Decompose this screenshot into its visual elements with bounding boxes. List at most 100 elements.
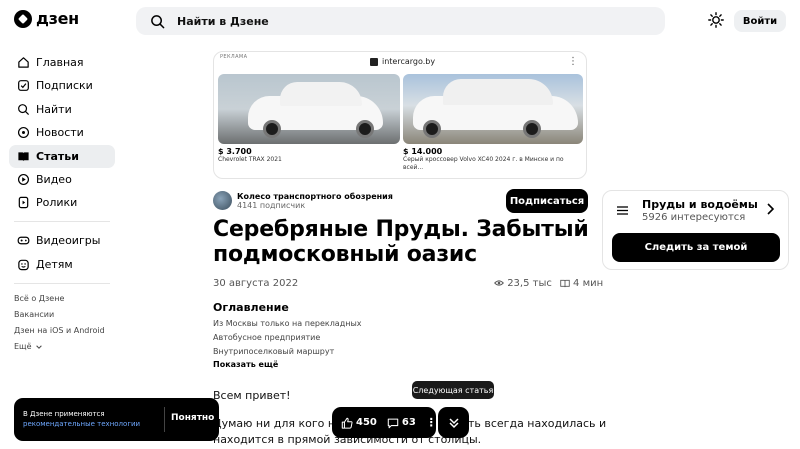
eye-icon	[494, 280, 504, 286]
next-article-button[interactable]	[438, 407, 469, 438]
car-wheel	[356, 120, 374, 138]
ad-source-icon	[370, 57, 378, 66]
ad-source[interactable]: intercargo.by	[370, 57, 435, 66]
sun-icon[interactable]	[708, 12, 724, 28]
sidebar-item-kids[interactable]: Детям	[9, 253, 115, 276]
car-wheel	[263, 120, 281, 138]
chevron-right-icon[interactable]	[766, 203, 775, 215]
sidebar-item-video[interactable]: Видео	[9, 168, 115, 191]
footer-link-more[interactable]: Ещё	[9, 339, 115, 355]
car-wheel	[423, 120, 441, 138]
news-icon	[17, 127, 30, 139]
footer-link-jobs[interactable]: Вакансии	[9, 307, 115, 323]
sidebar-item-videogames[interactable]: Видеоигры	[9, 229, 115, 252]
cookie-link[interactable]: рекомендательные технологии	[23, 420, 140, 428]
avatar[interactable]	[213, 191, 232, 210]
video-icon	[17, 173, 30, 185]
kids-icon	[18, 259, 29, 270]
cookie-notice: В Дзене применяются рекомендательные тех…	[14, 398, 219, 441]
subscribe-button[interactable]: Подписаться	[506, 189, 588, 213]
sidebar-item-label: Детям	[36, 257, 73, 271]
dzen-logo-icon	[14, 9, 32, 28]
article-paragraph: ть всегда находилась и	[468, 417, 607, 430]
chevron-down-icon	[35, 345, 42, 349]
ad-price: $ 3.700	[218, 147, 252, 156]
toc-item[interactable]: Из Москвы только на перекладных	[213, 319, 362, 328]
likes-count: 450	[356, 417, 377, 428]
views-count: 23,5 тыс	[507, 278, 552, 289]
sidebar-item-home[interactable]: Главная	[9, 51, 115, 74]
clips-icon	[18, 197, 29, 209]
topic-card[interactable]: Пруды и водоёмы 5926 интересуются Следит…	[602, 190, 789, 270]
thumbs-up-icon	[341, 417, 353, 429]
read-time-stat: 4 мин	[560, 278, 603, 289]
sidebar-item-label: Главная	[36, 56, 84, 69]
comment-icon	[387, 418, 399, 428]
article-stats: 23,5 тыс 4 мин	[494, 278, 603, 289]
car-roof	[443, 79, 553, 105]
sidebar-item-label: Ролики	[36, 196, 78, 210]
sidebar-divider	[14, 282, 110, 284]
gamepad-icon	[17, 236, 30, 245]
logo-text: дзен	[36, 9, 79, 28]
comments-button[interactable]: 63	[387, 417, 416, 429]
topic-name[interactable]: Пруды и водоёмы	[642, 198, 758, 211]
views-stat: 23,5 тыс	[494, 278, 552, 289]
sidebar-item-label: Подписки	[36, 79, 93, 93]
toc-show-more[interactable]: Показать ещё	[213, 360, 278, 369]
footer-more-label: Ещё	[14, 342, 32, 352]
articles-icon	[18, 151, 29, 161]
book-icon	[560, 279, 570, 287]
search-input[interactable]: Найти в Дзене	[136, 7, 665, 35]
footer-link-about[interactable]: Всё о Дзене	[9, 291, 115, 307]
topic-followers: 5926 интересуются	[642, 212, 746, 223]
cookie-accept-button[interactable]: Понятно	[171, 413, 214, 423]
sidebar-divider	[14, 221, 110, 223]
sidebar-item-articles[interactable]: Статьи	[9, 144, 115, 168]
toc-item[interactable]: Автобусное предприятие	[213, 333, 320, 342]
car-wheel	[523, 120, 541, 138]
sidebar-item-clips[interactable]: Ролики	[9, 191, 115, 214]
ad-description: Chevrolet TRAX 2021	[218, 156, 282, 163]
subscriptions-icon	[18, 80, 29, 92]
article-title: Серебряные Пруды. Забытый подмосковный о…	[213, 217, 589, 267]
dzen-logo[interactable]: дзен	[14, 9, 79, 28]
toc-title: Оглавление	[213, 301, 289, 314]
sidebar-item-label: Статьи	[36, 149, 79, 163]
login-button[interactable]: Войти	[734, 10, 786, 32]
more-vertical-icon[interactable]: ⋮	[568, 56, 578, 67]
ad-price: $ 14.000	[403, 147, 443, 156]
cookie-divider	[164, 407, 165, 432]
ad-card[interactable]: РЕКЛАМА intercargo.by ⋮ $ 3.700 Chevrole…	[213, 51, 587, 179]
author-subscribers: 4141 подписчик	[237, 200, 306, 210]
cookie-text: В Дзене применяются рекомендательные тех…	[23, 409, 140, 429]
list-icon	[617, 206, 628, 215]
sidebar-item-label: Видео	[36, 172, 72, 186]
sidebar-item-subscriptions[interactable]: Подписки	[9, 74, 115, 97]
author-name[interactable]: Колесо транспортного обозрения	[237, 192, 393, 201]
home-icon	[18, 57, 29, 68]
read-time: 4 мин	[573, 278, 604, 289]
search-icon	[18, 103, 30, 115]
footer-link-apps[interactable]: Дзен на iOS и Android	[9, 323, 115, 339]
sidebar-item-label: Найти	[36, 102, 72, 116]
toc-item[interactable]: Внутрипоселковый маршрут	[213, 347, 334, 356]
ad-image-chevrolet[interactable]	[218, 74, 400, 144]
author-block[interactable]: Колесо транспортного обозрения 4141 подп…	[213, 191, 393, 210]
sidebar-item-label: Видеоигры	[36, 234, 101, 248]
search-icon	[151, 14, 165, 28]
follow-topic-button[interactable]: Следить за темой	[612, 233, 780, 262]
ad-source-name: intercargo.by	[382, 57, 436, 66]
sidebar-item-search[interactable]: Найти	[9, 98, 115, 121]
sidebar-item-label: Новости	[36, 126, 84, 140]
like-button[interactable]: 450	[341, 417, 377, 429]
sidebar-item-news[interactable]: Новости	[9, 121, 115, 144]
ad-image-volvo[interactable]	[403, 74, 583, 144]
article-paragraph: Всем привет!	[213, 389, 291, 402]
more-vertical-icon[interactable]: ⋮	[426, 416, 437, 429]
cookie-message: В Дзене применяются	[23, 410, 105, 418]
ad-label: РЕКЛАМА	[220, 54, 248, 60]
next-article-tooltip: Следующая статья	[412, 381, 494, 399]
reaction-bar: 450 63 ⋮	[332, 407, 437, 438]
search-placeholder: Найти в Дзене	[177, 14, 269, 28]
